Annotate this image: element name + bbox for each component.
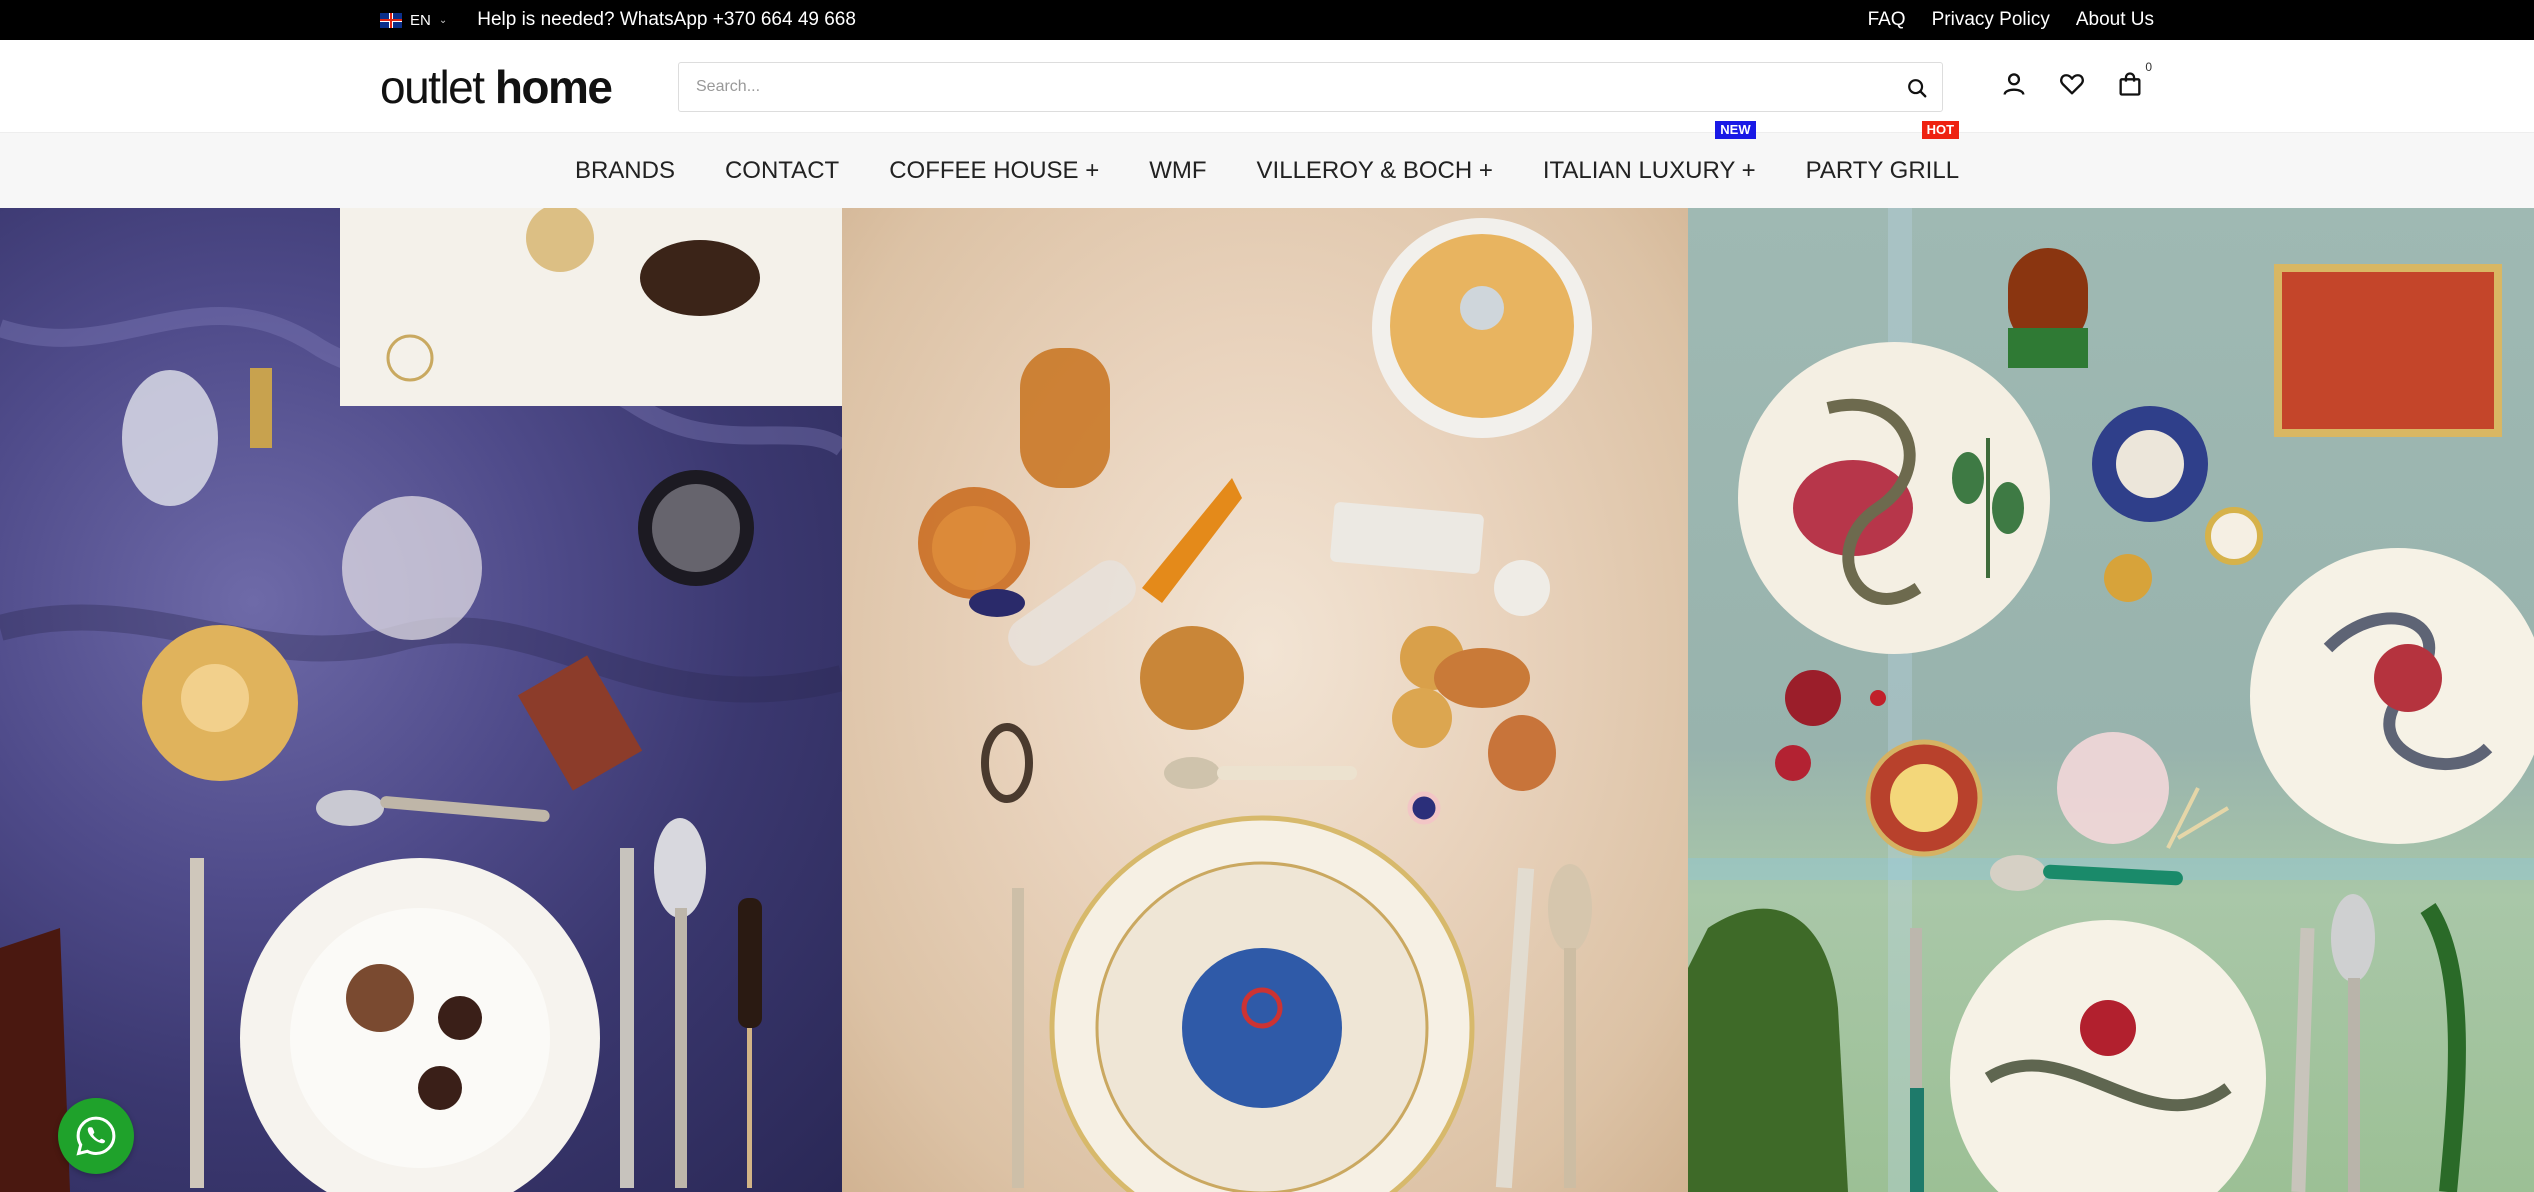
wishlist-heart-icon[interactable] [2058,70,2086,98]
about-us-link[interactable]: About Us [2076,9,2154,31]
whatsapp-chat-button[interactable] [58,1098,134,1174]
nav-item-party-grill-label: PARTY GRILL [1805,157,1960,184]
uk-flag-icon [380,12,402,28]
cart-count-badge: 0 [2145,60,2152,74]
purple-marble-tableware-photo[interactable] [0,208,842,1192]
search-input[interactable] [679,63,1879,111]
beige-tableware-illustration [918,218,1592,1192]
nav-item-party-grill[interactable]: PARTY GRILL HOT [1805,121,1960,185]
nav-item-italian-luxury[interactable]: ITALIAN LUXURY + NEW [1542,121,1756,185]
new-badge: NEW [1715,121,1756,140]
nav-item-italian-luxury-label: ITALIAN LUXURY + [1542,157,1756,184]
logo-text-home: home [494,61,613,113]
nav-item-contact[interactable]: CONTACT [725,157,839,185]
main-navigation: BRANDS CONTACT COFFEE HOUSE + WMF VILLER… [0,121,2534,208]
hot-badge: HOT [1921,121,1960,140]
purple-tableware-illustration [0,208,842,1192]
language-selector[interactable]: EN ⌄ [380,12,447,29]
whatsapp-help-text[interactable]: Help is needed? WhatsApp +370 664 49 668 [477,9,856,31]
cart-button[interactable]: 0 [2116,60,2152,98]
top-bar: EN ⌄ Help is needed? WhatsApp +370 664 4… [0,0,2534,40]
site-header: outlet home 0 [0,40,2534,132]
green-snake-tableware-photo[interactable] [1688,208,2534,1192]
search-box [678,62,1943,112]
language-label: EN [410,11,431,29]
cart-bag-icon [2119,72,2141,96]
search-icon[interactable] [1906,77,1928,99]
privacy-policy-link[interactable]: Privacy Policy [1932,9,2050,31]
beige-zodiac-tableware-photo[interactable] [842,208,1688,1192]
faq-link[interactable]: FAQ [1868,9,1906,31]
nav-item-coffee-house[interactable]: COFFEE HOUSE + [889,157,1099,185]
nav-item-wmf[interactable]: WMF [1149,157,1206,185]
logo-text-outlet: outlet [380,61,485,113]
chevron-down-icon: ⌄ [438,14,448,26]
hero-banner[interactable] [0,208,2534,1192]
site-logo[interactable]: outlet home [380,61,613,113]
nav-item-villeroy-boch[interactable]: VILLEROY & BOCH + [1257,157,1493,185]
nav-item-brands[interactable]: BRANDS [575,157,675,185]
account-icon[interactable] [2000,70,2028,98]
whatsapp-icon [76,1116,116,1156]
green-tableware-illustration [1688,208,2534,1192]
